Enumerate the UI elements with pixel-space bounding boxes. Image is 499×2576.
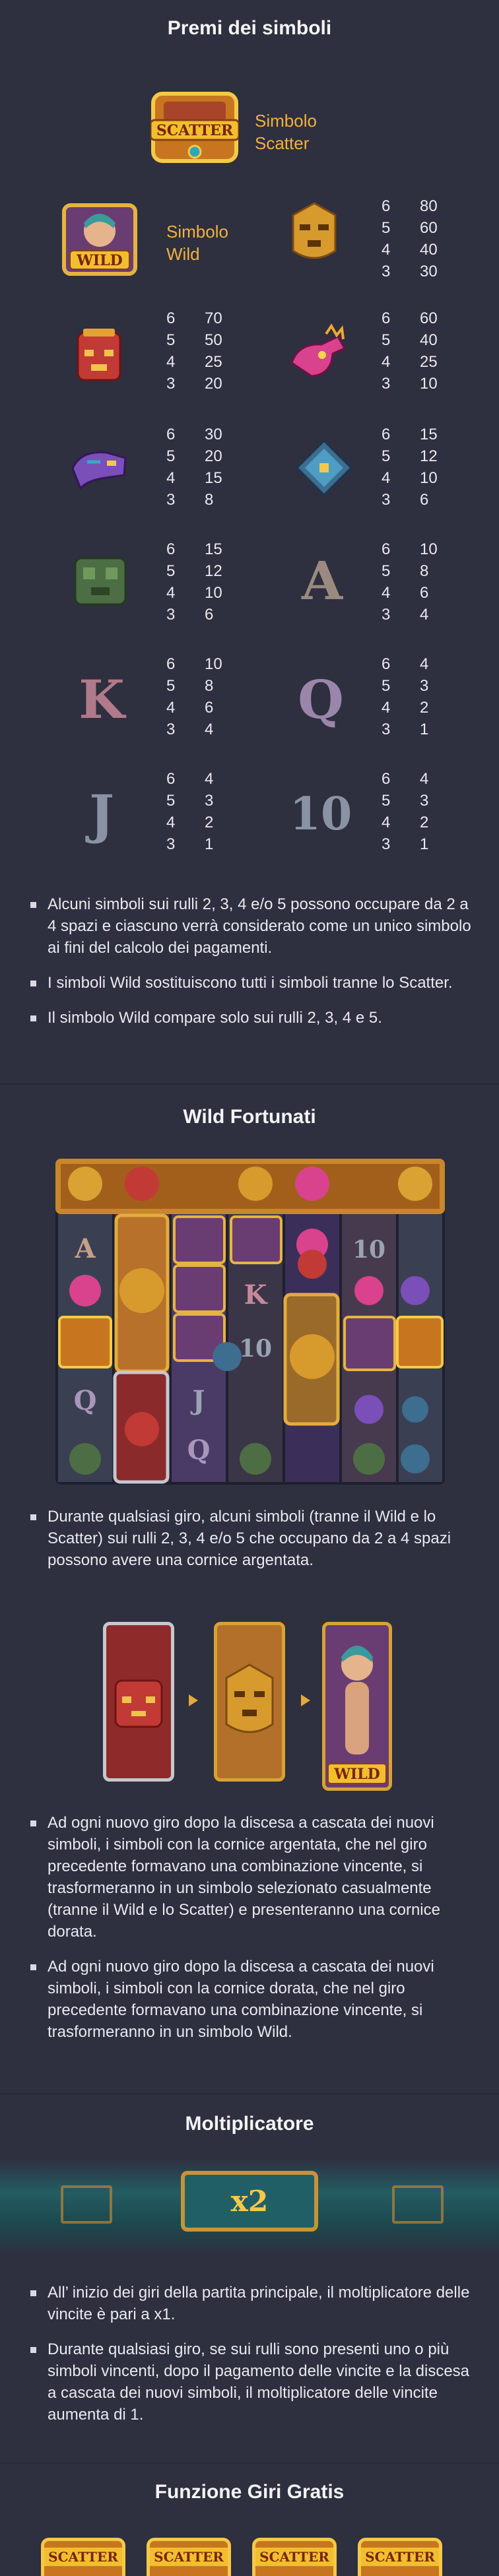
svg-text:A: A — [74, 1233, 96, 1264]
list-item: All’ inizio dei giri della partita princ… — [28, 2282, 477, 2325]
pink-bird-icon — [285, 323, 351, 389]
paytable-red-mask: 6 70 5 50 4 25 3 20 — [166, 309, 222, 393]
svg-text:K: K — [244, 1279, 268, 1310]
list-item: I simboli Wild sostituiscono tutti i sim… — [28, 972, 477, 994]
arrow-right-icon — [189, 1694, 198, 1706]
paytable-purple-snake: 6 30 5 20 4 15 38 — [166, 426, 222, 509]
list-item: Alcuni simboli sui rulli 2, 3, 4 e/o 5 p… — [28, 893, 477, 959]
gold-frame-tile-icon — [214, 1622, 285, 1782]
scatter-symbol-icon: SCATTER — [147, 2538, 231, 2576]
scatter-label: Simbolo Scatter — [255, 111, 317, 153]
paytable-yellow-mask: 6 80 5 60 4 40 3 30 — [382, 197, 438, 280]
multiplier-display: x2 — [181, 2171, 318, 2232]
multiplier-value: x2 — [230, 2184, 269, 2218]
silver-frame-tile-icon — [103, 1622, 174, 1782]
paytable-number-10: 64 53 42 31 — [382, 770, 429, 853]
multiplier-rules-list: All’ inizio dei giri della partita princ… — [28, 2282, 477, 2439]
list-item: Durante qualsiasi giro, se sui rulli son… — [28, 2338, 477, 2426]
list-item: Durante qualsiasi giro, alcuni simboli (… — [28, 1506, 477, 1571]
letter-a-icon: A — [301, 550, 343, 612]
svg-text:J: J — [191, 1385, 205, 1416]
letter-j-icon: J — [89, 783, 114, 845]
wild-rules-list-2: Ad ogni nuovo giro dopo la discesa a cas… — [28, 1812, 477, 2056]
svg-text:Q: Q — [187, 1434, 211, 1465]
wild-label: Simbolo Wild — [166, 222, 228, 264]
purple-snake-icon — [67, 435, 133, 501]
scatter-symbol-icon: SCATTER — [149, 91, 240, 164]
blue-cross-icon — [294, 438, 354, 498]
section-title-free-spins: Funzione Giri Gratis — [154, 2481, 345, 2503]
section-title-symbols: Premi dei simboli — [167, 17, 332, 39]
scatter-symbol-icon: SCATTER — [41, 2538, 125, 2576]
wild-symbol-icon: WILD — [62, 203, 137, 276]
svg-text:WILD: WILD — [333, 1766, 380, 1783]
symbol-rules-list: Alcuni simboli sui rulli 2, 3, 4 e/o 5 p… — [28, 893, 477, 1042]
wild-tile-text: WILD — [76, 252, 123, 269]
list-item: Il simbolo Wild compare solo sui rulli 2… — [28, 1007, 477, 1029]
scatter-symbol-icon: SCATTER — [252, 2538, 337, 2576]
paytable-blue-cross: 6 15 5 12 4 10 36 — [382, 426, 438, 509]
scatter-tile-text: SCATTER — [156, 122, 234, 139]
glyph-left-icon — [61, 2185, 112, 2224]
section-divider — [0, 2093, 499, 2094]
svg-text:10: 10 — [352, 1236, 385, 1264]
wild-reels-illustration: A 10 K 10 Q J Q — [55, 1159, 445, 1485]
svg-text:10: 10 — [239, 1335, 272, 1363]
paytable-letter-j: 64 53 42 31 — [166, 770, 214, 853]
letter-k-icon: K — [79, 668, 125, 730]
section-title-wild: Wild Fortunati — [183, 1106, 316, 1128]
letter-q-icon: Q — [298, 668, 344, 730]
red-mask-icon — [66, 323, 132, 389]
section-divider — [0, 1083, 499, 1085]
paytable-letter-a: 6 10 58 46 34 — [382, 540, 438, 624]
wild-tile-icon: WILD — [322, 1622, 392, 1791]
green-idol-icon — [71, 552, 129, 610]
wild-rules-list-1: Durante qualsiasi giro, alcuni simboli (… — [28, 1506, 477, 1584]
paytable-letter-q: 64 53 42 31 — [382, 655, 429, 738]
section-title-multiplier: Moltiplicatore — [185, 2113, 314, 2135]
scatter-symbol-icon: SCATTER — [358, 2538, 442, 2576]
glyph-right-icon — [392, 2185, 444, 2224]
paytable-green-idol: 6 15 5 12 4 10 36 — [166, 540, 222, 624]
paytable-letter-k: 6 10 58 46 34 — [166, 655, 222, 738]
yellow-mask-icon — [281, 199, 347, 265]
svg-text:Q: Q — [74, 1385, 97, 1416]
section-divider — [0, 2463, 499, 2464]
list-item: Ad ogni nuovo giro dopo la discesa a cas… — [28, 1956, 477, 2043]
list-item: Ad ogni nuovo giro dopo la discesa a cas… — [28, 1812, 477, 1943]
number-10-icon: 10 — [289, 788, 352, 841]
arrow-right-icon — [301, 1694, 310, 1706]
paytable-pink-bird: 6 60 5 40 4 25 3 10 — [382, 309, 438, 393]
